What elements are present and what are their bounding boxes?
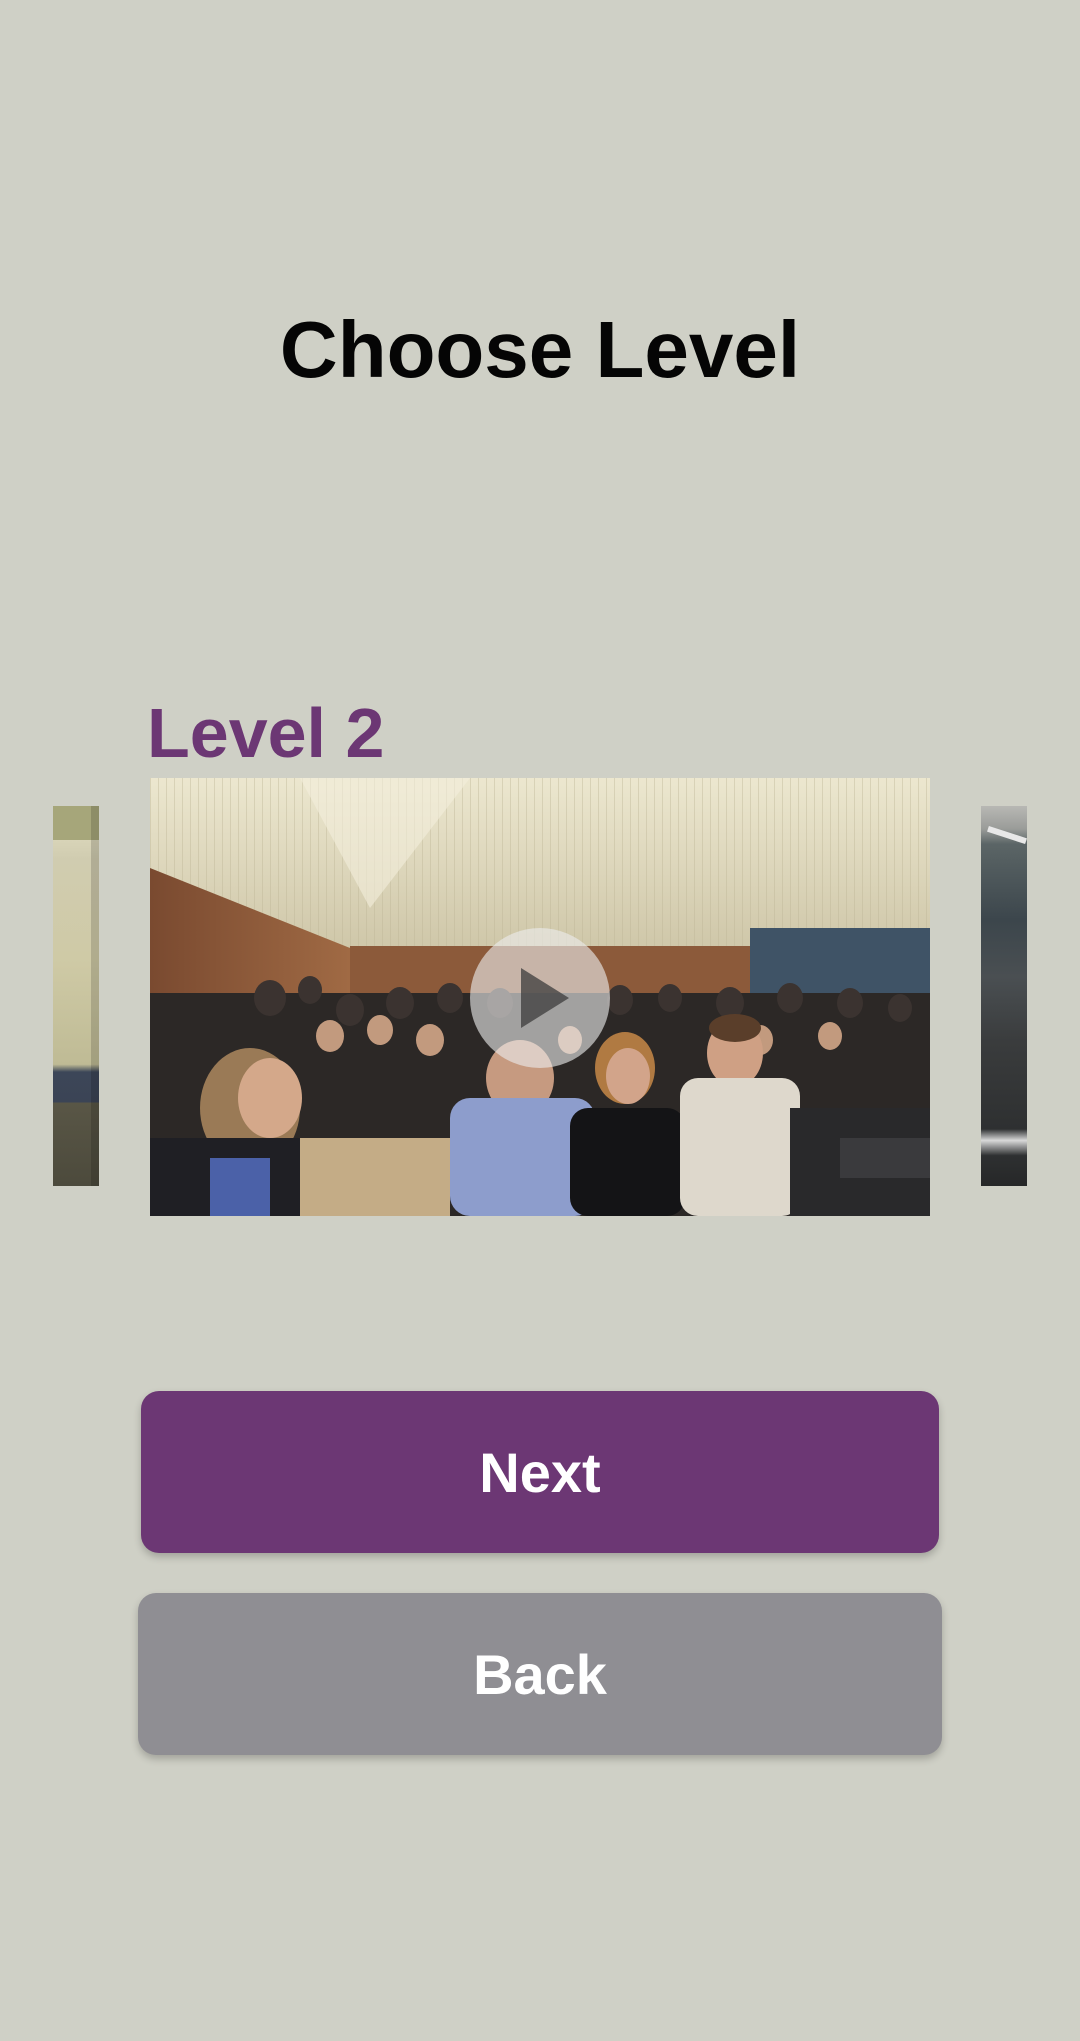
next-button[interactable]: Next [141,1391,939,1553]
next-level-thumbnail[interactable] [981,806,1027,1186]
level-video-thumbnail[interactable] [150,778,930,1216]
thumbnail-light-stripe [987,825,1027,845]
thumbnail-edge [91,806,99,1186]
previous-level-thumbnail[interactable] [53,806,99,1186]
page-title: Choose Level [279,305,801,394]
level-carousel[interactable] [0,778,1080,1218]
level-label: Level 2 [147,694,385,772]
play-icon [521,968,569,1028]
play-button[interactable] [470,928,610,1068]
back-button[interactable]: Back [138,1593,942,1755]
